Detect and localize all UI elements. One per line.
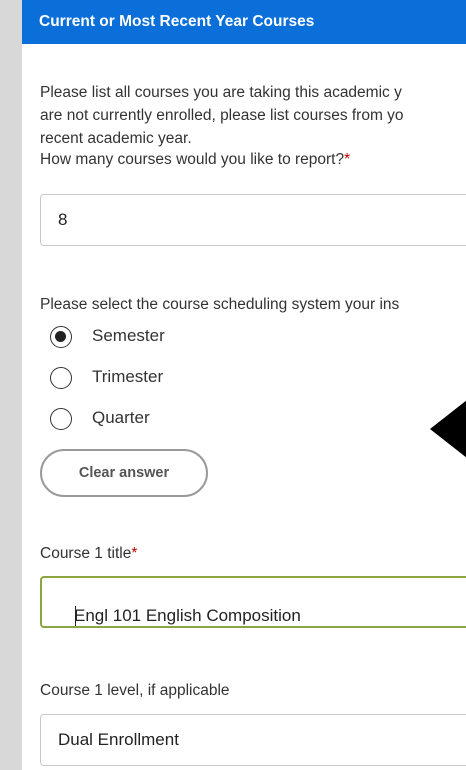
course-count-input[interactable]: 8 [40,194,466,246]
section-header: Current or Most Recent Year Courses [22,0,466,44]
required-mark: * [344,151,351,168]
course-form-panel: Current or Most Recent Year Courses Plea… [22,0,466,770]
course-count-value: 8 [58,210,68,229]
text-cursor [75,606,76,626]
intro-line-3: recent academic year. [40,130,192,147]
course1-title-label: Course 1 title* [40,545,137,563]
left-arrow-icon [430,400,466,458]
course1-title-input[interactable]: Engl 101 English Composition [40,576,466,628]
course-count-label-text: How many courses would you like to repor… [40,151,345,168]
course1-title-text: Engl 101 English Composition [74,606,301,625]
course1-level-label: Course 1 level, if applicable [40,682,230,699]
radio-quarter-circle[interactable] [50,408,72,430]
course1-level-value: Dual Enrollment [58,730,179,749]
scheduling-question: Please select the course scheduling syst… [40,296,400,313]
radio-trimester-circle[interactable] [50,367,72,389]
intro-text: Please list all courses you are taking t… [40,81,466,150]
radio-semester-label: Semester [92,326,165,345]
intro-line-1: Please list all courses you are taking t… [40,84,402,101]
course1-level-input[interactable]: Dual Enrollment [40,714,466,766]
clear-answer-button[interactable]: Clear answer [40,449,208,497]
course-count-label: How many courses would you like to repor… [40,151,350,169]
radio-trimester-label: Trimester [92,367,164,386]
course1-title-label-text: Course 1 title [40,545,132,562]
section-title: Current or Most Recent Year Courses [39,13,315,30]
radio-quarter-label: Quarter [92,408,150,427]
radio-semester-circle[interactable] [50,326,72,348]
required-mark: * [131,545,138,562]
intro-line-2: are not currently enrolled, please list … [40,107,404,124]
